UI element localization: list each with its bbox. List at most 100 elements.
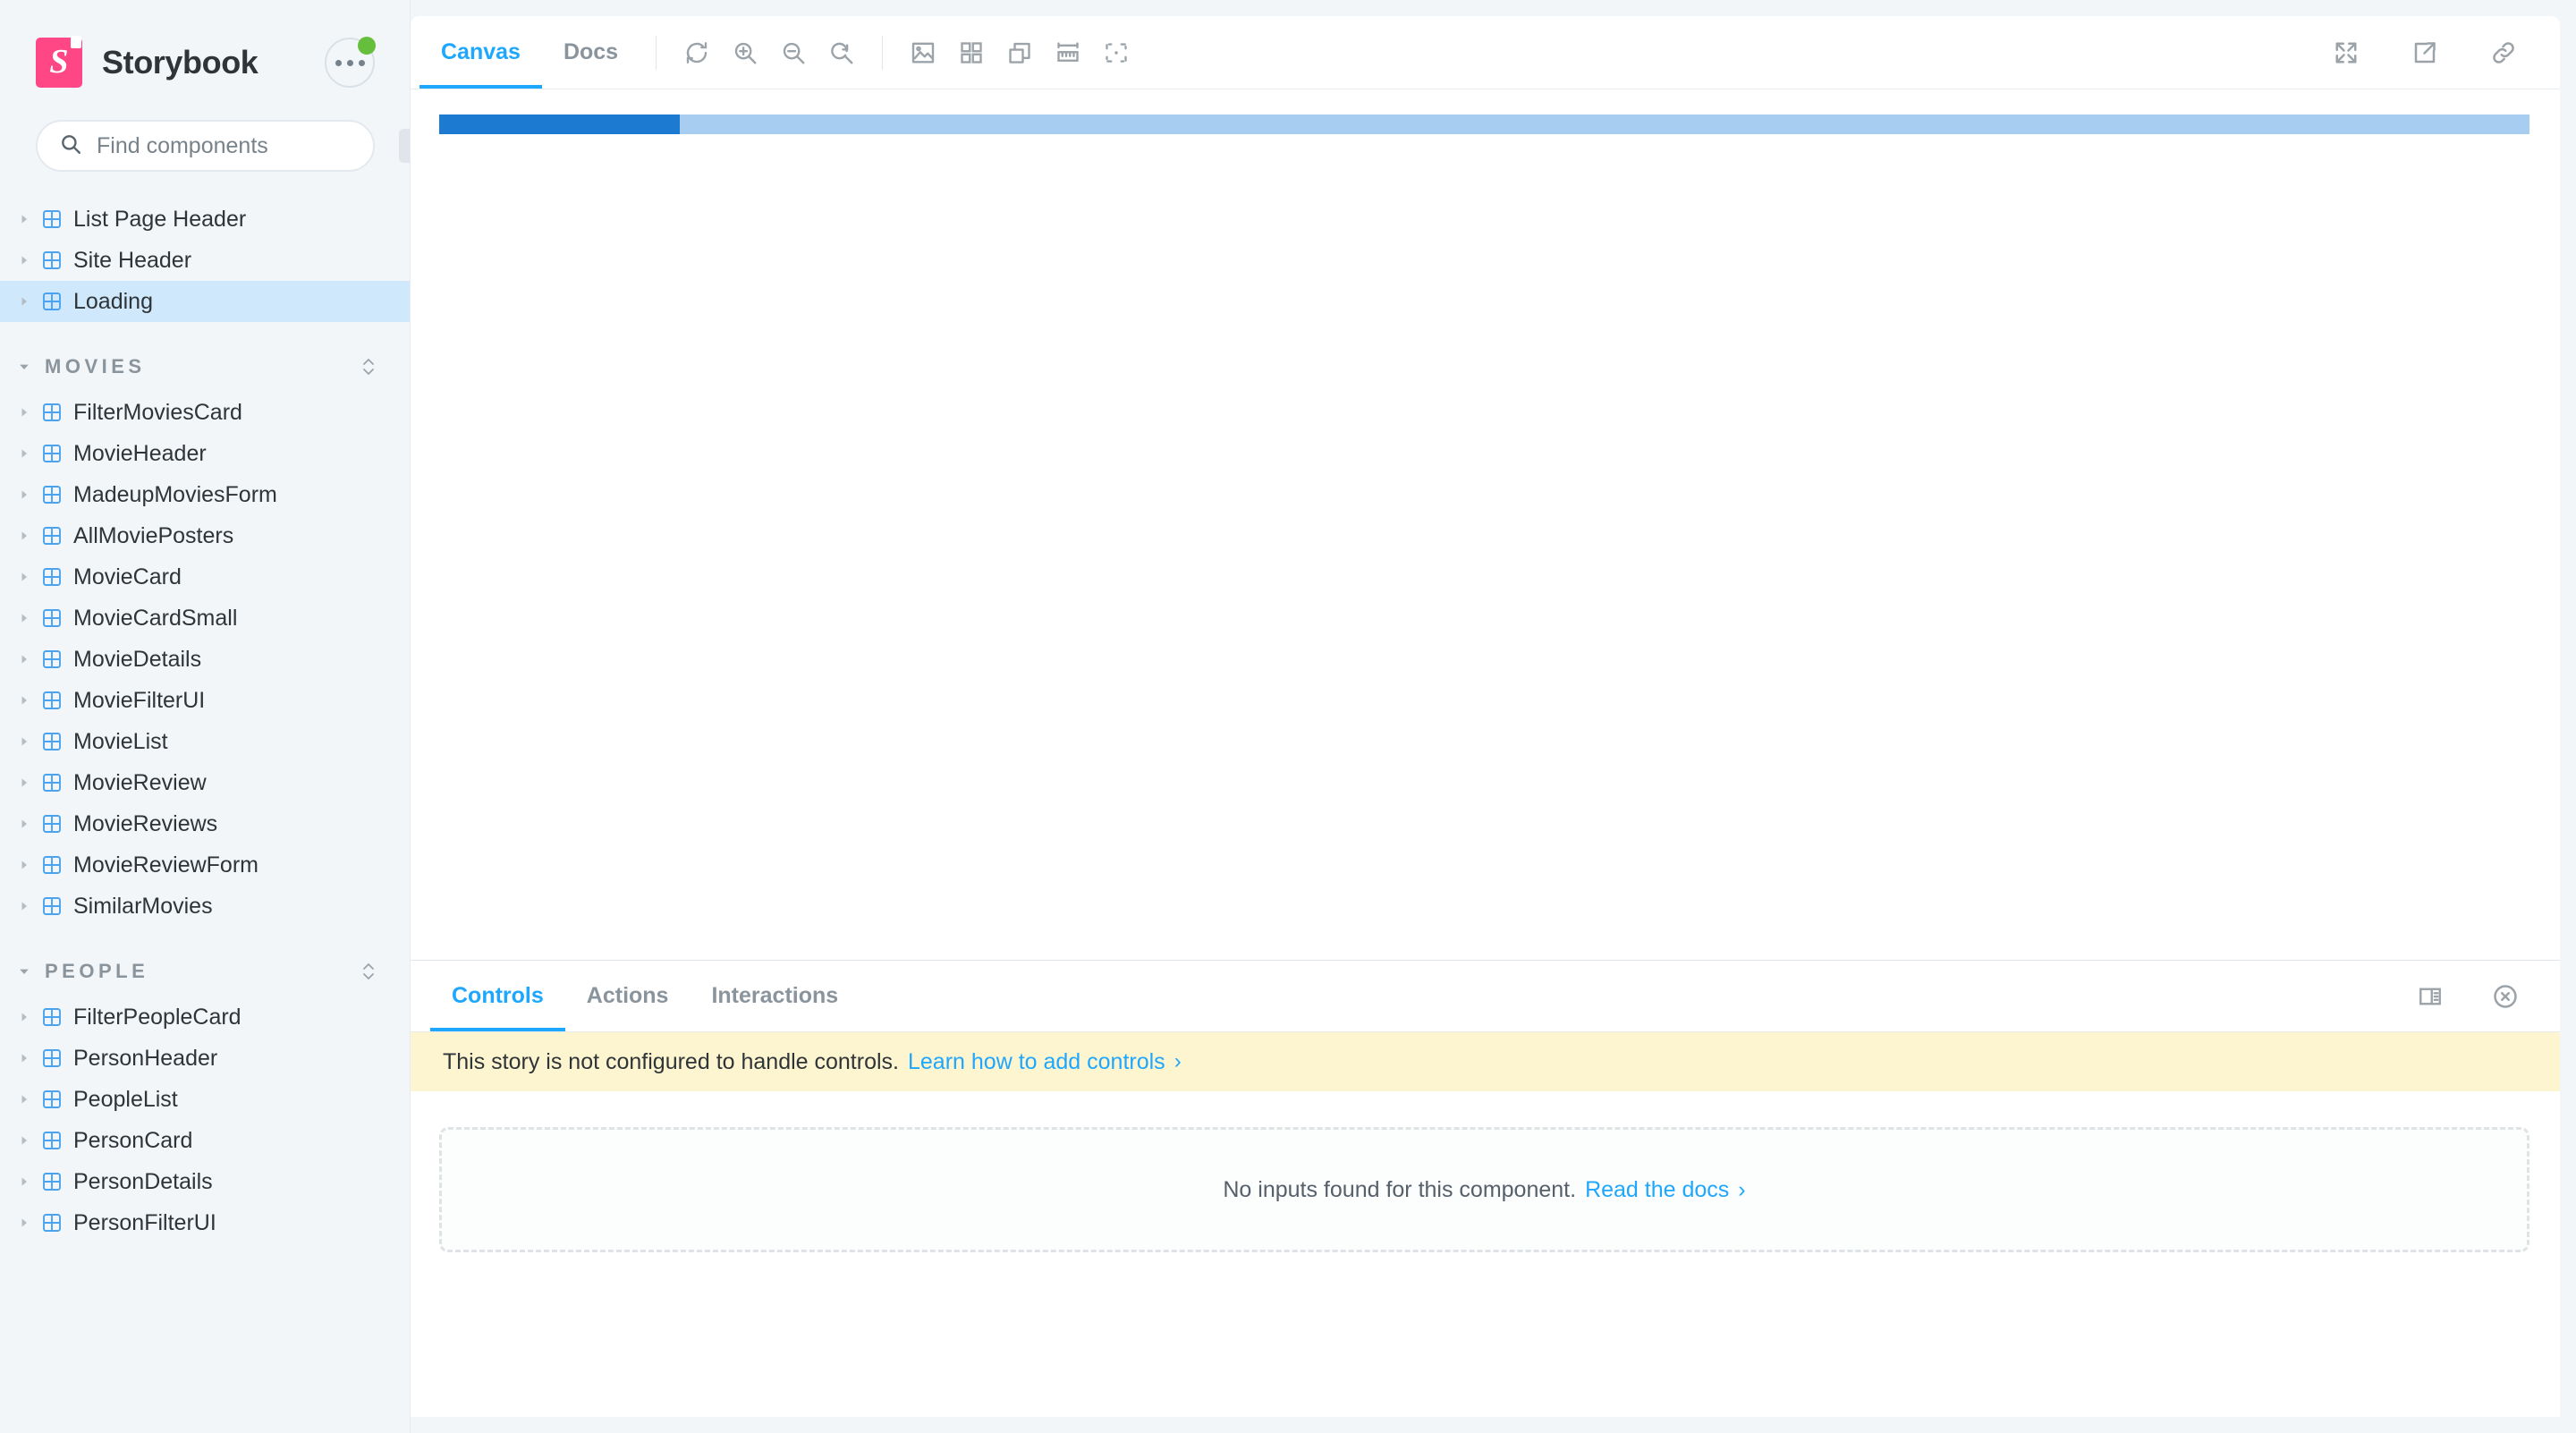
preview-card: Canvas Docs <box>411 16 2560 960</box>
expand-caret-icon[interactable] <box>13 212 36 226</box>
expand-caret-icon[interactable] <box>13 1174 36 1189</box>
copy-link-icon[interactable] <box>2479 29 2528 77</box>
tree-group-label: PEOPLE <box>45 960 149 982</box>
panel-tab-actions[interactable]: Actions <box>565 962 691 1031</box>
tree-item-label: List Page Header <box>73 206 247 232</box>
tree-group-header[interactable]: MOVIES <box>0 342 411 392</box>
tree-item[interactable]: MovieReview <box>0 762 411 803</box>
sidebar-header: S Storybook <box>0 0 411 93</box>
expand-caret-icon[interactable] <box>13 253 36 267</box>
group-caret-icon[interactable] <box>13 360 36 374</box>
component-icon <box>36 772 68 793</box>
focus-icon[interactable] <box>1092 29 1140 77</box>
tree-item[interactable]: MovieDetails <box>0 639 411 680</box>
tree-item[interactable]: MovieList <box>0 721 411 762</box>
expand-caret-icon[interactable] <box>13 1133 36 1148</box>
expand-caret-icon[interactable] <box>13 652 36 666</box>
expand-caret-icon[interactable] <box>13 899 36 913</box>
expand-caret-icon[interactable] <box>13 1092 36 1107</box>
tree-item[interactable]: SimilarMovies <box>0 886 411 927</box>
component-icon <box>43 815 61 833</box>
remount-icon[interactable] <box>673 29 721 77</box>
tree-item[interactable]: MovieHeader <box>0 433 411 474</box>
outline-icon[interactable] <box>996 29 1044 77</box>
panel-tab-controls[interactable]: Controls <box>430 962 565 1031</box>
group-caret-icon[interactable] <box>13 964 36 979</box>
search-input[interactable] <box>97 132 385 159</box>
story-canvas <box>411 89 2560 960</box>
open-in-new-tab-icon[interactable] <box>2401 29 2449 77</box>
brand[interactable]: S Storybook <box>36 36 325 88</box>
expand-caret-icon[interactable] <box>13 858 36 872</box>
expand-caret-icon[interactable] <box>13 1010 36 1024</box>
tree-item[interactable]: Loading <box>0 281 411 322</box>
component-icon <box>43 856 61 874</box>
expand-caret-icon[interactable] <box>13 817 36 831</box>
expand-caret-icon[interactable] <box>13 776 36 790</box>
measure-icon[interactable] <box>1044 29 1092 77</box>
zoom-reset-icon[interactable] <box>818 29 866 77</box>
component-icon <box>36 208 68 230</box>
menu-dot-icon <box>358 59 365 66</box>
component-icon <box>36 649 68 670</box>
tree-item[interactable]: FilterMoviesCard <box>0 392 411 433</box>
expand-caret-icon[interactable] <box>13 405 36 420</box>
component-icon <box>43 1132 61 1149</box>
tree-item[interactable]: MovieReviewForm <box>0 844 411 886</box>
component-icon <box>36 1047 68 1069</box>
tree-item[interactable]: PeopleList <box>0 1079 411 1120</box>
chevron-down-icon <box>20 969 29 974</box>
search-box[interactable]: / <box>36 120 411 172</box>
expand-all-button[interactable] <box>359 960 378 983</box>
tree-item[interactable]: FilterPeopleCard <box>0 996 411 1038</box>
sidebar-menu-button[interactable] <box>325 37 376 88</box>
expand-caret-icon[interactable] <box>13 529 36 543</box>
tree-item[interactable]: MovieCardSmall <box>0 598 411 639</box>
tree-group-header[interactable]: PEOPLE <box>0 946 411 996</box>
tree-item-label: MovieReviews <box>73 810 218 836</box>
chevron-right-icon <box>21 1218 27 1227</box>
tree-item[interactable]: MovieReviews <box>0 803 411 844</box>
chevron-right-icon: › <box>1738 1176 1746 1202</box>
expand-caret-icon[interactable] <box>13 611 36 625</box>
expand-caret-icon[interactable] <box>13 1216 36 1230</box>
grid-icon[interactable] <box>947 29 996 77</box>
tree-item-label: MovieReviewForm <box>73 852 258 878</box>
tree-item[interactable]: MadeupMoviesForm <box>0 474 411 515</box>
expand-caret-icon[interactable] <box>13 446 36 461</box>
read-the-docs-link[interactable]: Read the docs <box>1585 1177 1729 1203</box>
expand-all-button[interactable] <box>359 355 378 378</box>
tree-item[interactable]: AllMoviePosters <box>0 515 411 556</box>
learn-controls-link[interactable]: Learn how to add controls <box>908 1049 1165 1075</box>
tree-item[interactable]: PersonCard <box>0 1120 411 1161</box>
tree-item[interactable]: PersonDetails <box>0 1161 411 1202</box>
component-icon <box>43 609 61 627</box>
tree-item[interactable]: PersonFilterUI <box>0 1202 411 1243</box>
tree-item[interactable]: PersonHeader <box>0 1038 411 1079</box>
backgrounds-icon[interactable] <box>899 29 947 77</box>
tree-item[interactable]: MovieFilterUI <box>0 680 411 721</box>
expand-caret-icon[interactable] <box>13 734 36 749</box>
zoom-in-icon[interactable] <box>721 29 769 77</box>
component-icon <box>36 443 68 464</box>
expand-caret-icon[interactable] <box>13 570 36 584</box>
tree-group-label: MOVIES <box>45 355 146 377</box>
expand-caret-icon[interactable] <box>13 488 36 502</box>
expand-caret-icon[interactable] <box>13 1051 36 1065</box>
close-panel-icon[interactable] <box>2481 972 2529 1021</box>
tree-item[interactable]: MovieCard <box>0 556 411 598</box>
preview-tab-docs[interactable]: Docs <box>542 17 640 89</box>
expand-caret-icon[interactable] <box>13 693 36 708</box>
panel-position-icon[interactable] <box>2406 972 2454 1021</box>
addon-panel: Controls Actions Interactions This story… <box>411 960 2560 1417</box>
zoom-out-icon[interactable] <box>769 29 818 77</box>
panel-tab-interactions[interactable]: Interactions <box>690 962 860 1031</box>
component-icon <box>43 650 61 668</box>
tree-item[interactable]: List Page Header <box>0 199 411 240</box>
menu-dot-icon <box>335 59 342 66</box>
expand-caret-icon[interactable] <box>13 294 36 309</box>
tree-item[interactable]: Site Header <box>0 240 411 281</box>
brand-title: Storybook <box>102 44 258 81</box>
preview-tab-canvas[interactable]: Canvas <box>419 17 542 89</box>
fullscreen-icon[interactable] <box>2322 29 2370 77</box>
